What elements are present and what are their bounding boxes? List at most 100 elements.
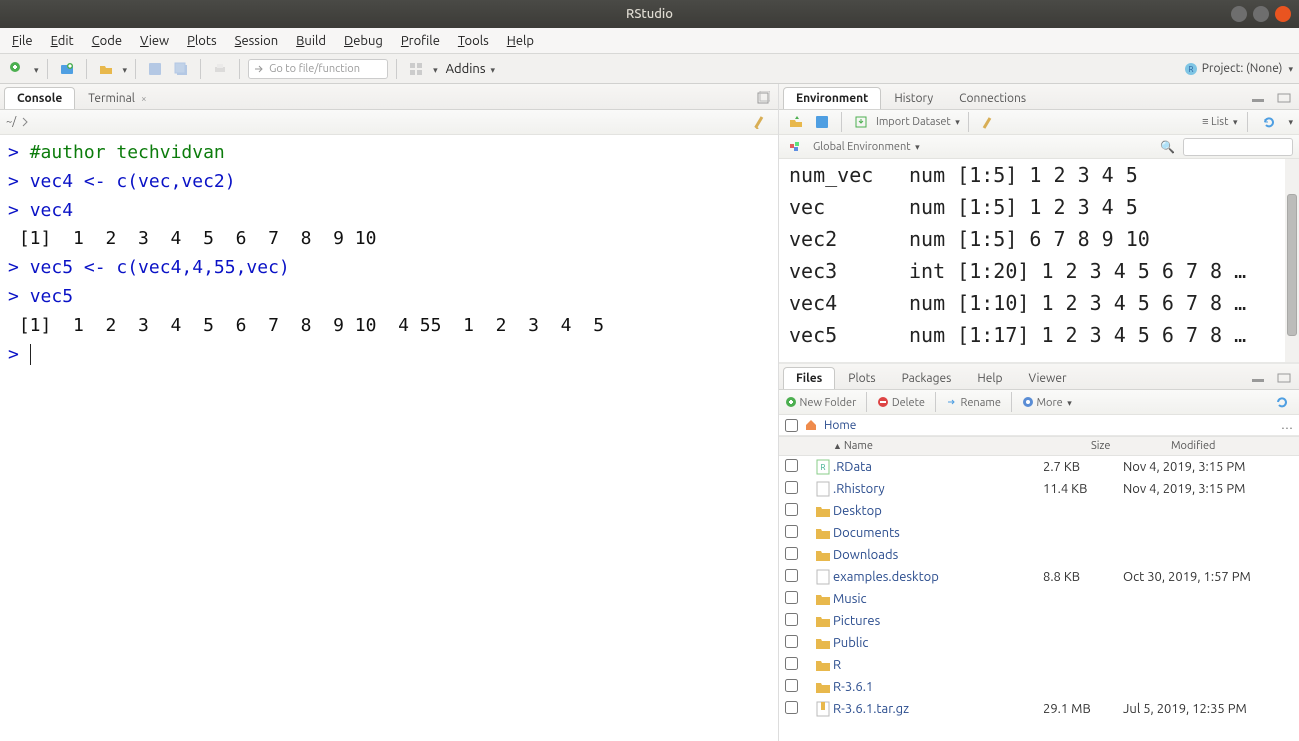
refresh-env-icon[interactable] (1258, 111, 1280, 133)
tab-environment[interactable]: Environment (783, 87, 881, 109)
col-size-header[interactable]: Size (1085, 437, 1165, 455)
import-dataset-icon[interactable] (850, 111, 872, 133)
file-checkbox[interactable] (785, 569, 798, 582)
refresh-dropdown[interactable] (1286, 116, 1293, 128)
file-checkbox[interactable] (785, 481, 798, 494)
file-name[interactable]: Downloads (833, 548, 1043, 562)
file-name[interactable]: .Rhistory (833, 482, 1043, 496)
col-modified-header[interactable]: Modified (1165, 437, 1299, 455)
rename-button[interactable]: Rename (946, 396, 1001, 409)
maximize-button[interactable] (1253, 6, 1269, 22)
file-row[interactable]: R-3.6.1.tar.gz29.1 MBJul 5, 2019, 12:35 … (779, 698, 1299, 720)
file-checkbox[interactable] (785, 613, 798, 626)
file-name[interactable]: Music (833, 592, 1043, 606)
file-name[interactable]: Desktop (833, 504, 1043, 518)
save-workspace-icon[interactable] (811, 111, 833, 133)
tab-files[interactable]: Files (783, 367, 835, 389)
files-more-icon[interactable]: … (1281, 419, 1293, 432)
open-file-icon[interactable] (95, 58, 117, 80)
load-workspace-icon[interactable] (785, 111, 807, 133)
pane-collapse-icon[interactable] (1247, 367, 1269, 389)
env-scrollbar[interactable] (1285, 159, 1299, 362)
env-scope-dropdown[interactable]: Global Environment (813, 141, 920, 153)
pane-maximize-icon[interactable] (1273, 87, 1295, 109)
file-name[interactable]: R (833, 658, 1043, 672)
goto-file-input[interactable]: Go to file/function (248, 59, 388, 79)
panes-icon[interactable] (405, 58, 427, 80)
env-var-vec5[interactable]: vec5num [1:17] 1 2 3 4 5 6 7 8 … (779, 319, 1299, 351)
file-checkbox[interactable] (785, 459, 798, 472)
more-dropdown[interactable]: More (1022, 396, 1072, 409)
menu-tools[interactable]: Tools (458, 34, 489, 48)
open-recent-dropdown[interactable] (121, 62, 128, 76)
tab-connections[interactable]: Connections (946, 87, 1039, 109)
file-name[interactable]: .RData (833, 460, 1043, 474)
env-var-vec2[interactable]: vec2num [1:5] 6 7 8 9 10 (779, 223, 1299, 255)
cwd-arrow-icon[interactable] (22, 117, 32, 127)
tab-plots[interactable]: Plots (835, 367, 888, 389)
clear-workspace-icon[interactable] (977, 111, 999, 133)
delete-button[interactable]: Delete (877, 396, 925, 409)
tab-terminal[interactable]: Terminal× (75, 87, 159, 109)
file-row[interactable]: .Rhistory11.4 KBNov 4, 2019, 3:15 PM (779, 478, 1299, 500)
new-file-dropdown[interactable] (32, 62, 39, 76)
file-row[interactable]: Documents (779, 522, 1299, 544)
refresh-files-icon[interactable] (1271, 391, 1293, 413)
env-var-vec4[interactable]: vec4num [1:10] 1 2 3 4 5 6 7 8 … (779, 287, 1299, 319)
menu-edit[interactable]: Edit (51, 34, 74, 48)
tab-history[interactable]: History (881, 87, 946, 109)
select-all-checkbox[interactable] (785, 419, 798, 432)
menu-help[interactable]: Help (507, 34, 534, 48)
file-name[interactable]: Public (833, 636, 1043, 650)
pane-maximize-icon[interactable] (1273, 367, 1295, 389)
save-all-icon[interactable] (170, 58, 192, 80)
file-checkbox[interactable] (785, 657, 798, 670)
pane-detach-icon[interactable] (752, 87, 774, 109)
tab-help[interactable]: Help (964, 367, 1015, 389)
menu-session[interactable]: Session (235, 34, 278, 48)
menu-plots[interactable]: Plots (187, 34, 217, 48)
file-row[interactable]: Pictures (779, 610, 1299, 632)
home-icon[interactable] (804, 418, 818, 432)
file-row[interactable]: examples.desktop8.8 KBOct 30, 2019, 1:57… (779, 566, 1299, 588)
file-row[interactable]: Public (779, 632, 1299, 654)
file-checkbox[interactable] (785, 701, 798, 714)
file-checkbox[interactable] (785, 525, 798, 538)
env-view-mode[interactable]: ≡ List (1202, 116, 1237, 128)
file-name[interactable]: R-3.6.1 (833, 680, 1043, 694)
close-button[interactable] (1275, 6, 1291, 22)
breadcrumb-home[interactable]: Home (824, 419, 856, 432)
menu-file[interactable]: File (12, 34, 33, 48)
new-folder-button[interactable]: New Folder (785, 396, 856, 409)
file-name[interactable]: examples.desktop (833, 570, 1043, 584)
file-checkbox[interactable] (785, 635, 798, 648)
env-var-vec[interactable]: vecnum [1:5] 1 2 3 4 5 (779, 191, 1299, 223)
close-icon[interactable]: × (141, 93, 147, 104)
print-icon[interactable] (209, 58, 231, 80)
env-var-num_vec[interactable]: num_vecnum [1:5] 1 2 3 4 5 (779, 159, 1299, 191)
menu-profile[interactable]: Profile (401, 34, 440, 48)
clear-console-icon[interactable] (750, 111, 772, 133)
file-checkbox[interactable] (785, 591, 798, 604)
tab-packages[interactable]: Packages (889, 367, 965, 389)
pane-collapse-icon[interactable] (1247, 87, 1269, 109)
menu-build[interactable]: Build (296, 34, 326, 48)
env-search-input[interactable] (1183, 138, 1293, 156)
file-row[interactable]: Desktop (779, 500, 1299, 522)
addins-dropdown[interactable]: Addins (446, 62, 495, 76)
menu-code[interactable]: Code (92, 34, 122, 48)
project-selector[interactable]: R Project: (None) (1184, 62, 1293, 76)
file-checkbox[interactable] (785, 503, 798, 516)
file-row[interactable]: R.RData2.7 KBNov 4, 2019, 3:15 PM (779, 456, 1299, 478)
new-project-icon[interactable] (56, 58, 78, 80)
file-name[interactable]: R-3.6.1.tar.gz (833, 702, 1043, 716)
file-name[interactable]: Pictures (833, 614, 1043, 628)
col-name-header[interactable]: ▲Name (827, 437, 1085, 455)
save-icon[interactable] (144, 58, 166, 80)
file-row[interactable]: R (779, 654, 1299, 676)
file-checkbox[interactable] (785, 679, 798, 692)
tab-console[interactable]: Console (4, 87, 75, 109)
new-file-icon[interactable] (6, 58, 28, 80)
menu-debug[interactable]: Debug (344, 34, 383, 48)
menu-view[interactable]: View (140, 34, 169, 48)
